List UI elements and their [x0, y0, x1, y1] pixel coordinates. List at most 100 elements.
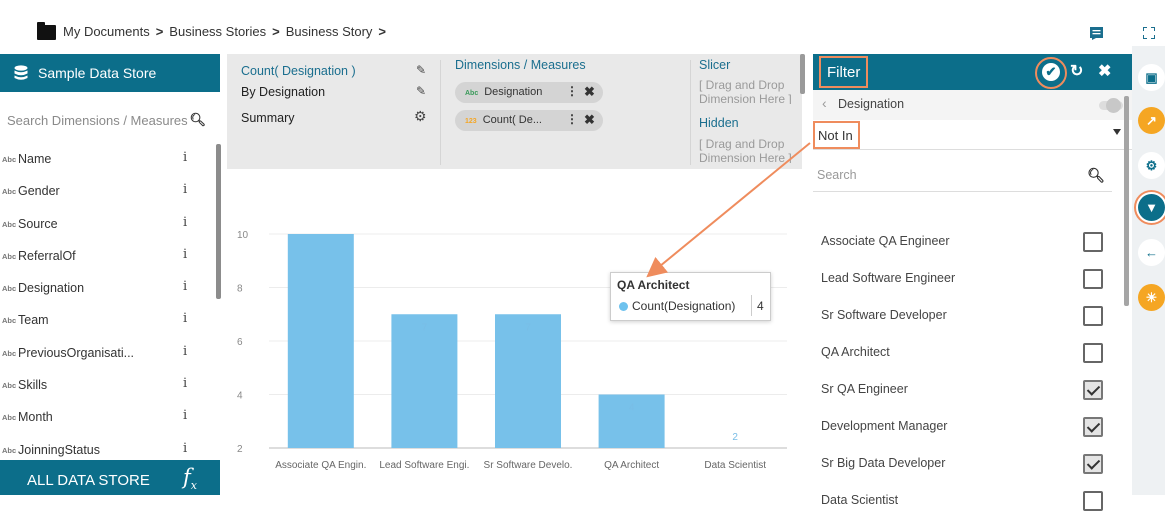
info-icon[interactable]: i: [183, 279, 187, 294]
x-tick-label: Sr Software Develo.: [484, 460, 573, 471]
filter-value-checkbox[interactable]: [1083, 454, 1103, 474]
save-icon[interactable]: ▣: [1138, 64, 1165, 91]
breadcrumb-item[interactable]: Business Stories: [169, 24, 266, 39]
info-icon[interactable]: i: [183, 182, 187, 197]
bulb-icon[interactable]: ☀: [1138, 284, 1165, 311]
slicer-drop-zone[interactable]: [ Drag and Drop Dimension Here ]: [699, 78, 792, 104]
filter-value-item[interactable]: Development Manager: [813, 411, 1123, 448]
field-item[interactable]: Abc ReferralOf i: [0, 241, 214, 273]
filter-value-checkbox[interactable]: [1083, 380, 1103, 400]
x-tick-label: Data Scientist: [704, 460, 766, 471]
filter-value-item[interactable]: Sr Big Data Developer: [813, 448, 1123, 485]
info-icon[interactable]: i: [183, 376, 187, 391]
comment-icon[interactable]: [1090, 27, 1103, 40]
chart-trend-icon[interactable]: ↗: [1138, 107, 1165, 134]
filter-value-checkbox[interactable]: [1083, 491, 1103, 511]
bar[interactable]: [391, 314, 458, 448]
filter-value-checkbox[interactable]: [1083, 343, 1103, 363]
folder-icon[interactable]: [37, 22, 56, 40]
field-list-scrollbar[interactable]: [216, 144, 221, 299]
chart-dimension-title[interactable]: By Designation: [241, 85, 325, 99]
breadcrumb-item[interactable]: Business Story: [286, 24, 373, 39]
kebab-menu-icon[interactable]: ⋮: [566, 84, 578, 98]
chart-measure-title[interactable]: Count( Designation ): [241, 64, 356, 78]
info-icon[interactable]: i: [183, 247, 187, 262]
remove-pill-icon[interactable]: ✖: [584, 112, 595, 128]
formula-icon[interactable]: fx: [183, 465, 197, 492]
chevron-down-icon[interactable]: [1113, 129, 1121, 135]
field-item[interactable]: Abc Name i: [0, 144, 214, 176]
field-item[interactable]: Abc Month i: [0, 402, 214, 434]
filter-value-item[interactable]: Sr QA Engineer: [813, 374, 1123, 411]
breadcrumb-item[interactable]: My Documents: [63, 24, 150, 39]
filter-toggle[interactable]: [1099, 98, 1123, 113]
dimension-pill[interactable]: Abc Designation ⋮ ✖: [455, 82, 603, 103]
info-icon[interactable]: i: [183, 344, 187, 359]
filter-value-label: Data Scientist: [821, 493, 899, 507]
filter-value-checkbox[interactable]: [1083, 269, 1103, 289]
datastore-header[interactable]: Sample Data Store: [0, 54, 220, 92]
search-icon[interactable]: 🔍︎: [189, 112, 206, 128]
dimension-search-input[interactable]: Search Dimensions / Measures 🔍︎: [0, 112, 220, 128]
apply-filter-button[interactable]: ✔: [1035, 57, 1067, 89]
field-type-abc: Abc: [2, 445, 17, 455]
back-chevron-icon[interactable]: ‹: [822, 95, 827, 111]
operator-value: Not In: [813, 121, 860, 149]
close-icon[interactable]: ✖: [1098, 61, 1111, 81]
field-item[interactable]: Abc Team i: [0, 305, 214, 337]
tooltip-title: QA Architect: [617, 278, 690, 292]
hidden-hint-line: Dimension Here ]: [699, 151, 792, 163]
filter-value-checkbox[interactable]: [1083, 232, 1103, 252]
field-item[interactable]: Abc Gender i: [0, 176, 214, 208]
refresh-icon[interactable]: ↻: [1070, 61, 1083, 81]
fullscreen-icon[interactable]: [1143, 27, 1155, 39]
summary-settings-icon[interactable]: ⚙: [414, 108, 427, 125]
filter-value-item[interactable]: QA Architect: [813, 337, 1123, 374]
kebab-menu-icon[interactable]: ⋮: [566, 112, 578, 126]
settings-icon[interactable]: ⚙: [1138, 152, 1165, 179]
field-type-abc: Abc: [2, 316, 17, 326]
info-icon[interactable]: i: [183, 408, 187, 423]
bar-chart: 2 4 6 8 10 Associate QA Engin. 7 Lead Software …: [237, 230, 787, 471]
dimensions-measures-title: Dimensions / Measures: [455, 58, 586, 72]
hidden-drop-zone[interactable]: [ Drag and Drop Dimension Here ]: [699, 137, 792, 163]
field-item[interactable]: Abc PreviousOrganisati... i: [0, 338, 214, 370]
remove-pill-icon[interactable]: ✖: [584, 84, 595, 100]
field-type-abc: Abc: [2, 251, 17, 261]
field-item[interactable]: Abc Designation i: [0, 273, 214, 305]
field-item[interactable]: Abc Skills i: [0, 370, 214, 402]
bar[interactable]: [495, 314, 561, 448]
filter-value-item[interactable]: Data Scientist: [813, 485, 1123, 522]
bar[interactable]: [287, 234, 354, 448]
filter-value-item[interactable]: Sr Software Developer: [813, 300, 1123, 337]
filter-value-checkbox[interactable]: [1083, 417, 1103, 437]
config-scrollbar[interactable]: [800, 54, 805, 94]
search-icon[interactable]: 🔍︎: [1087, 167, 1105, 184]
filter-value-item[interactable]: Associate QA Engineer: [813, 226, 1123, 263]
field-type-abc: Abc: [2, 348, 17, 358]
edit-pencil-icon[interactable]: ✎: [416, 63, 426, 77]
field-item[interactable]: Abc Source i: [0, 209, 214, 241]
info-icon[interactable]: i: [183, 215, 187, 230]
chart-summary-title[interactable]: Summary: [241, 111, 294, 125]
breadcrumb-separator: >: [272, 24, 280, 39]
measure-pill[interactable]: 123 Count( De... ⋮ ✖: [455, 110, 603, 131]
info-icon[interactable]: i: [183, 441, 187, 456]
x-tick-label: Associate QA Engin.: [275, 460, 366, 471]
filter-scrollbar[interactable]: [1124, 96, 1129, 306]
info-icon[interactable]: i: [183, 311, 187, 326]
y-tick-label: 4: [237, 391, 243, 402]
filter-value-label: Lead Software Engineer: [821, 271, 956, 285]
edit-pencil-icon[interactable]: ✎: [416, 84, 426, 98]
x-tick-label: QA Architect: [604, 460, 659, 471]
filter-value-checkbox[interactable]: [1083, 306, 1103, 326]
back-arrow-icon[interactable]: ←: [1138, 239, 1165, 266]
filter-search-input[interactable]: Search 🔍︎: [813, 160, 1112, 192]
filter-icon[interactable]: ▼: [1138, 194, 1165, 221]
all-data-store-button[interactable]: ALL DATA STORE fx: [0, 460, 220, 495]
filter-value-item[interactable]: Lead Software Engineer: [813, 263, 1123, 300]
operator-select[interactable]: Not In: [813, 120, 1132, 150]
info-icon[interactable]: i: [183, 150, 187, 165]
datastore-title: Sample Data Store: [38, 65, 157, 81]
hidden-hint-line: [ Drag and Drop: [699, 137, 785, 151]
